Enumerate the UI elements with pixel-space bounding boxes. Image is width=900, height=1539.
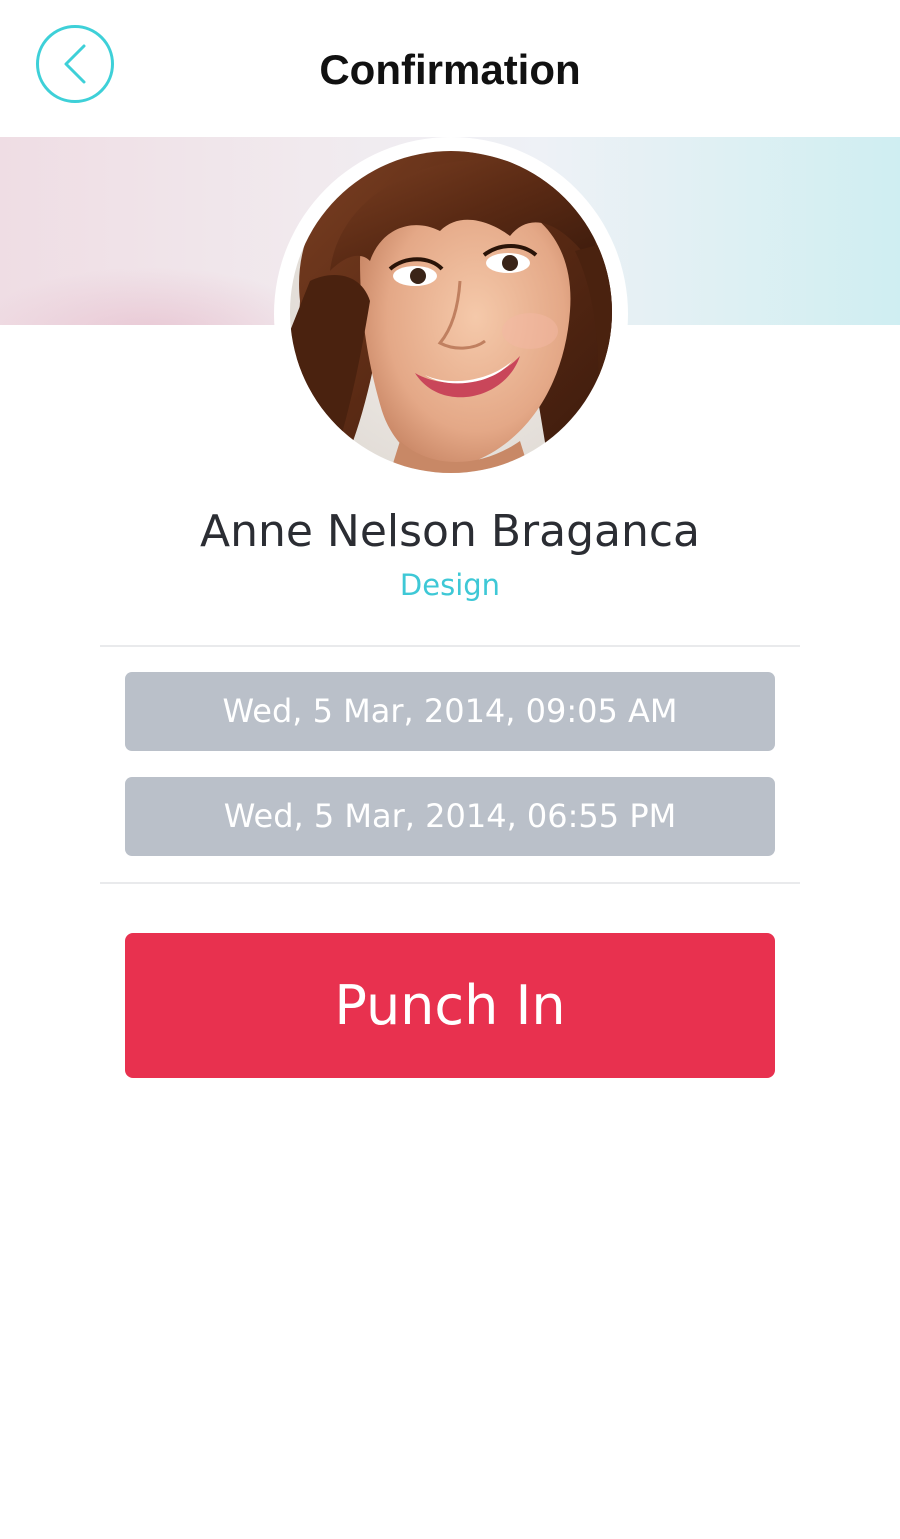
profile-department: Design: [399, 568, 501, 602]
divider-bottom: [100, 882, 800, 884]
app-header: Confirmation: [0, 0, 900, 137]
profile-photo: [290, 151, 612, 473]
punch-in-button[interactable]: Punch In: [125, 933, 775, 1078]
profile-name: Anne Nelson Braganca: [199, 506, 701, 557]
start-time-field[interactable]: Wed, 5 Mar, 2014, 09:05 AM: [125, 672, 775, 751]
avatar: [290, 151, 612, 473]
divider-top: [100, 645, 800, 647]
end-time-field[interactable]: Wed, 5 Mar, 2014, 06:55 PM: [125, 777, 775, 856]
page-title: Confirmation: [319, 46, 581, 93]
